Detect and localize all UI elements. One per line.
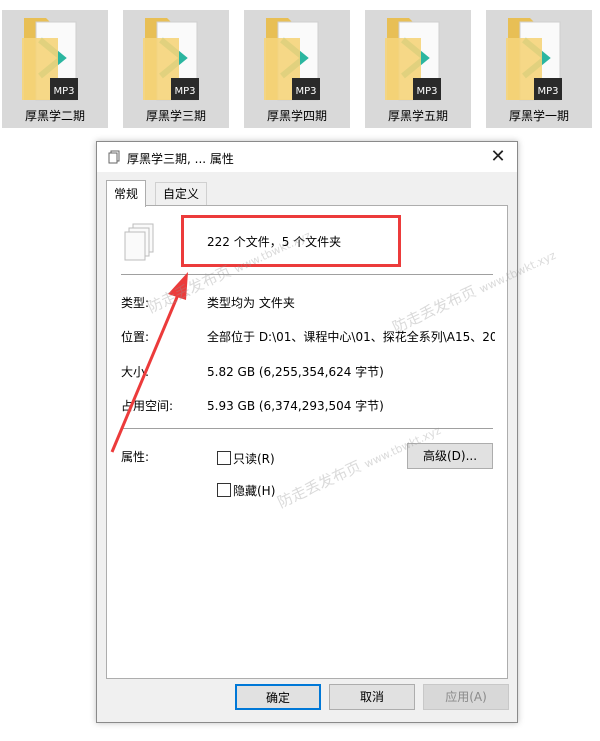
tab-general[interactable]: 常规: [106, 180, 147, 207]
screen: MP3 厚黑学二期 MP3 厚黑学三期 MP3 厚黑学四期 MP3 厚黑学五期 …: [0, 0, 600, 741]
annotation-arrow: [110, 272, 188, 453]
